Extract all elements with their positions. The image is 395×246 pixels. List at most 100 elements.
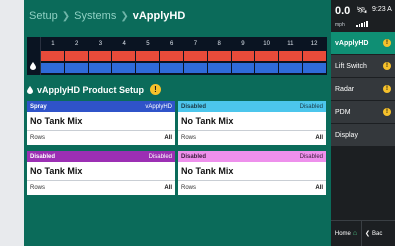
satellite-icon: 🛰 [356,5,368,15]
row-cell-red [160,51,183,61]
home-button[interactable]: Home ⌂ [331,221,362,246]
tank-mix: No Tank Mix [178,112,326,131]
row-cell-blue [88,63,112,73]
row-cell-red [136,51,160,61]
nav-item-label: vApplyHD [335,39,369,47]
card-product-name: Disabled [148,153,172,160]
clock: 9:23 A [372,6,392,13]
product-card-disabled-purple[interactable]: Disabled Disabled No Tank Mix Rows All [27,151,175,195]
row-cell-blue [160,63,183,73]
warning-icon[interactable]: ! [150,84,162,95]
nav-item-label: Lift Switch [335,62,367,70]
card-product-name: vApplyHD [145,103,172,110]
row-number: 5 [146,41,150,47]
row-number: 1 [51,41,55,47]
row-cell-red [41,51,64,61]
tank-mix: No Tank Mix [178,162,326,181]
nav-item-label: Radar [335,85,355,93]
row-cell-blue [279,63,303,73]
speed-readout: 0.0 [335,5,351,17]
breadcrumb-current: vApplyHD [132,10,186,22]
rows-value: All [315,135,323,141]
product-card-spray[interactable]: Spray vApplyHD No Tank Mix Rows All [27,101,175,145]
droplet-icon [30,62,36,70]
rows-value: All [315,185,323,191]
card-header: Disabled Disabled [27,151,175,162]
row-cell-red [255,51,279,61]
back-button[interactable]: ❮ Bac [362,221,395,246]
rows-value: All [164,135,172,141]
main-panel: Setup ❯ Systems ❯ vApplyHD 1 2 3 4 5 6 7… [24,0,331,246]
breadcrumb-systems[interactable]: Systems [74,10,116,22]
card-product-name: Disabled [299,153,323,160]
card-rows: Rows All [178,181,326,195]
warning-icon: ! [383,62,391,70]
product-card-disabled-pink[interactable]: Disabled Disabled No Tank Mix Rows All [178,151,326,195]
card-label: Disabled [181,153,207,160]
row-number: 6 [169,41,174,47]
grid-row-blue [41,63,326,73]
nav-item-label: Display [335,131,358,139]
row-cell-red [112,51,136,61]
row-grid: 1 2 3 4 5 6 7 8 9 10 11 12 [27,37,327,75]
back-label: Bac [372,230,383,237]
row-number: 2 [74,41,79,47]
chevron-right-icon: ❯ [61,10,71,22]
row-cell-blue [255,63,279,73]
card-rows: Rows All [27,181,175,195]
row-cell-blue [136,63,160,73]
row-cell-red [303,51,326,61]
row-cell-blue [112,63,136,73]
nav-item-radar[interactable]: Radar ! [331,78,395,101]
warning-icon: ! [383,39,391,47]
droplet-icon [27,85,33,94]
row-cell-red [64,51,88,61]
row-number: 4 [122,41,126,47]
row-cell-blue [183,63,207,73]
row-number-header: 1 2 3 4 5 6 7 8 9 10 11 12 [41,37,326,51]
card-rows: Rows All [178,131,326,145]
breadcrumb-setup[interactable]: Setup [29,10,58,22]
product-setup-title: vApplyHD Product Setup [37,84,145,95]
tank-mix: No Tank Mix [27,162,175,181]
home-icon: ⌂ [352,230,358,237]
row-cell-blue [64,63,88,73]
rows-label: Rows [181,135,197,141]
signal-strength-icon [356,21,368,27]
rows-value: All [164,185,172,191]
row-number: 3 [98,41,103,47]
card-header: Disabled Disabled [178,151,326,162]
row-cell-blue [41,63,64,73]
rows-label: Rows [30,135,46,141]
row-number: 11 [287,41,294,47]
product-card-disabled-cyan[interactable]: Disabled Disabled No Tank Mix Rows All [178,101,326,145]
tank-mix: No Tank Mix [27,112,175,131]
nav-item-lift-switch[interactable]: Lift Switch ! [331,55,395,78]
card-header: Spray vApplyHD [27,101,175,112]
rows-label: Rows [30,185,46,191]
warning-icon: ! [383,108,391,116]
chevron-left-icon: ❮ [365,231,371,237]
nav-item-vapplyhd[interactable]: vApplyHD ! [331,32,395,55]
left-strip [0,0,24,246]
home-label: Home [334,230,351,237]
card-rows: Rows All [27,131,175,145]
card-product-name: Disabled [299,103,323,110]
status-bar: 0.0 mph 🛰 9:23 A [331,0,395,32]
product-setup-heading: vApplyHD Product Setup ! [27,84,162,95]
warning-icon: ! [383,85,391,93]
row-number: 12 [310,41,318,47]
nav-item-pdm[interactable]: PDM ! [331,101,395,124]
nav-item-display[interactable]: Display [331,124,395,147]
row-cell-red [279,51,303,61]
grid-row-red [41,51,326,61]
row-cell-red [88,51,112,61]
speed-unit: mph [335,22,345,28]
row-cell-blue [207,63,231,73]
row-number: 9 [241,41,245,47]
rows-label: Rows [181,185,197,191]
row-number: 10 [263,41,270,47]
card-label: Disabled [181,103,207,110]
row-cell-red [183,51,207,61]
card-label: Disabled [30,153,56,160]
